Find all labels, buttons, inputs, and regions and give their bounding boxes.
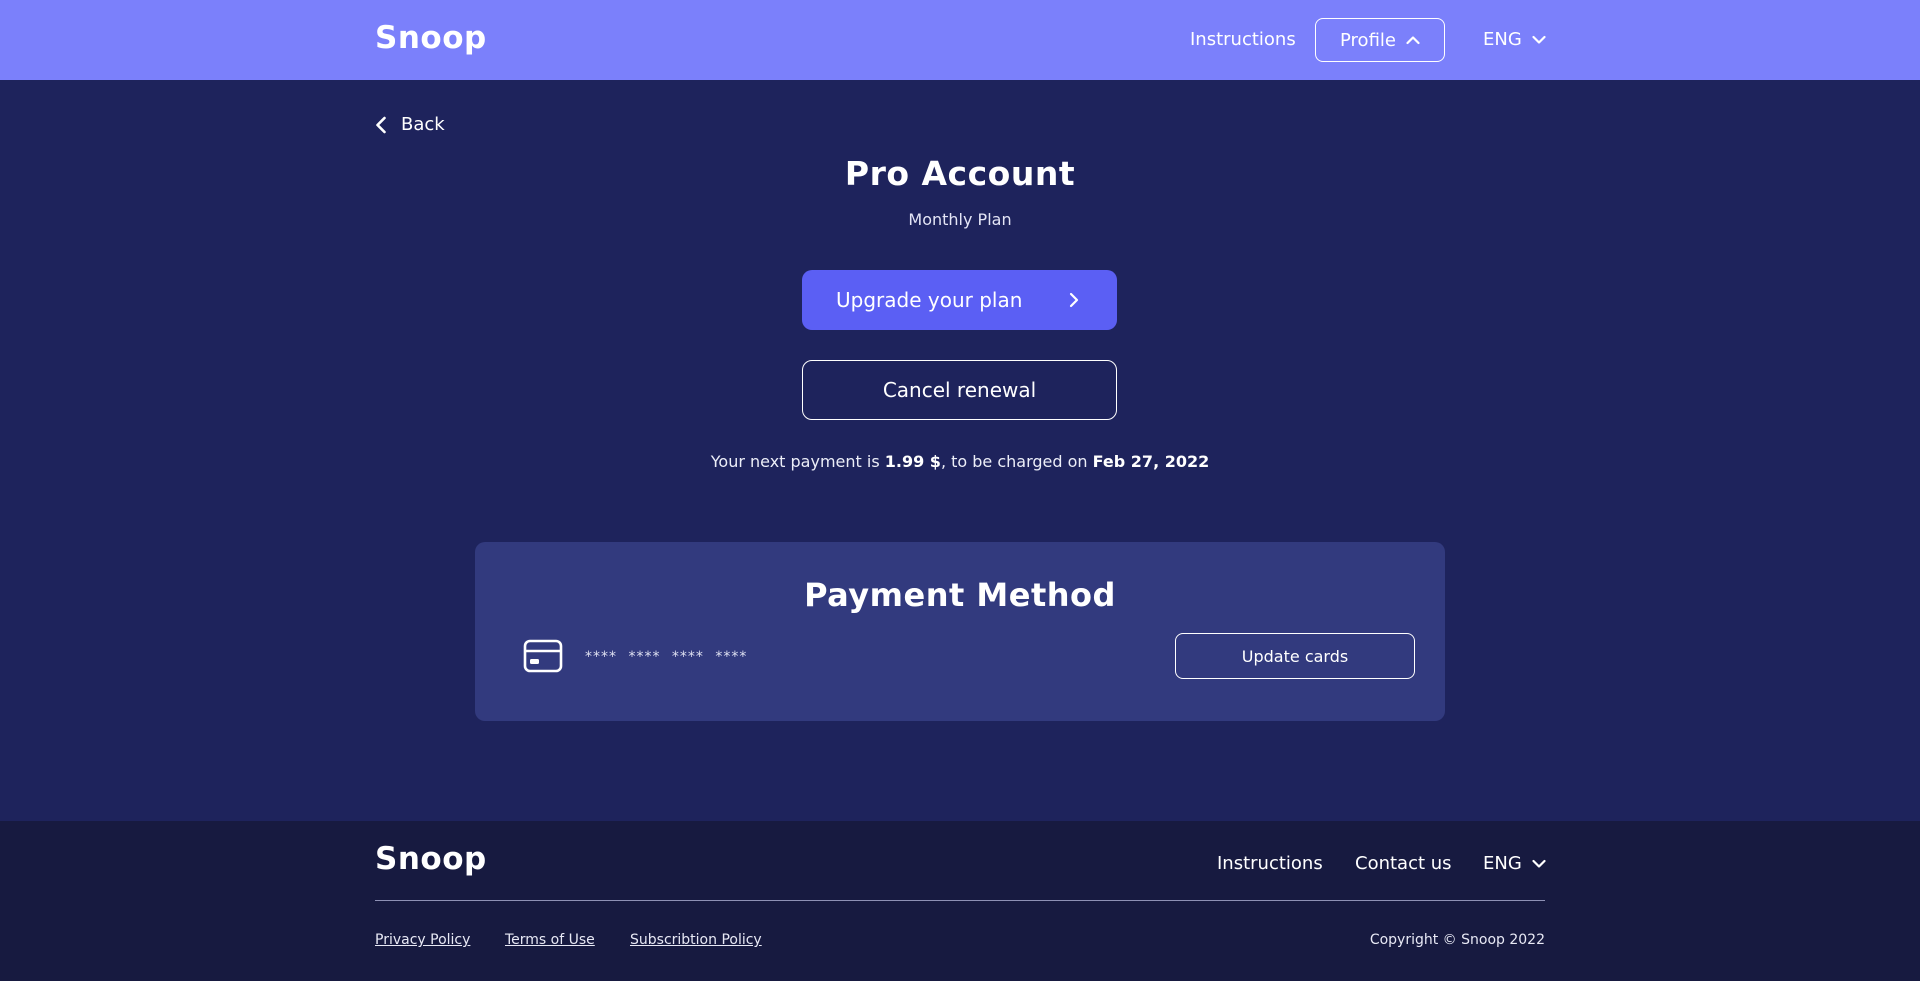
payment-method-card: Payment Method **** **** **** **** Updat… [475, 542, 1445, 721]
chevron-down-icon [1532, 35, 1546, 44]
profile-button[interactable]: Profile [1315, 18, 1445, 62]
update-cards-button[interactable]: Update cards [1175, 633, 1415, 679]
footer-language-label: ENG [1483, 853, 1522, 874]
plan-subtitle: Monthly Plan [908, 210, 1012, 229]
subscription-policy-link[interactable]: Subscribtion Policy [630, 932, 762, 948]
payment-note-prefix: Your next payment is [710, 452, 885, 471]
chevron-right-icon [1069, 292, 1079, 308]
page-title: Pro Account [844, 154, 1076, 193]
footer-instructions-link[interactable]: Instructions [1217, 853, 1323, 874]
footer-contact-link[interactable]: Contact us [1355, 853, 1452, 874]
back-label: Back [401, 114, 445, 135]
top-header: Snoop Instructions Profile ENG [0, 0, 1920, 80]
update-cards-label: Update cards [1241, 646, 1349, 666]
payment-note-middle: , to be charged on [940, 452, 1093, 471]
credit-card-icon [523, 639, 563, 673]
page-footer: Snoop Instructions Contact us ENG Privac… [0, 821, 1920, 981]
upgrade-plan-label: Upgrade your plan [836, 288, 1023, 312]
profile-button-label: Profile [1340, 29, 1396, 51]
header-language-label: ENG [1483, 29, 1522, 50]
chevron-down-icon [1532, 859, 1546, 868]
terms-of-use-link[interactable]: Terms of Use [505, 932, 595, 948]
cancel-renewal-button[interactable]: Cancel renewal [802, 360, 1117, 420]
chevron-left-icon [376, 116, 386, 133]
masked-card-number: **** **** **** **** [585, 649, 748, 665]
privacy-policy-link[interactable]: Privacy Policy [375, 932, 470, 948]
payment-date: Feb 27, 2022 [1092, 452, 1210, 471]
footer-language-select[interactable]: ENG [1483, 853, 1546, 874]
footer-divider [375, 900, 1545, 901]
upgrade-plan-button[interactable]: Upgrade your plan [802, 270, 1117, 330]
next-payment-note: Your next payment is 1.99 $, to be charg… [0, 452, 1920, 471]
header-logo[interactable]: Snoop [375, 20, 487, 56]
payment-method-title: Payment Method [804, 576, 1116, 614]
payment-amount: 1.99 $ [884, 452, 941, 471]
copyright-text: Copyright © Snoop 2022 [1369, 932, 1545, 948]
header-language-select[interactable]: ENG [1483, 29, 1546, 50]
chevron-up-icon [1406, 36, 1420, 45]
cancel-renewal-label: Cancel renewal [882, 378, 1037, 402]
back-link[interactable]: Back [375, 114, 445, 135]
footer-logo[interactable]: Snoop [375, 841, 487, 877]
header-instructions-link[interactable]: Instructions [1190, 29, 1296, 50]
